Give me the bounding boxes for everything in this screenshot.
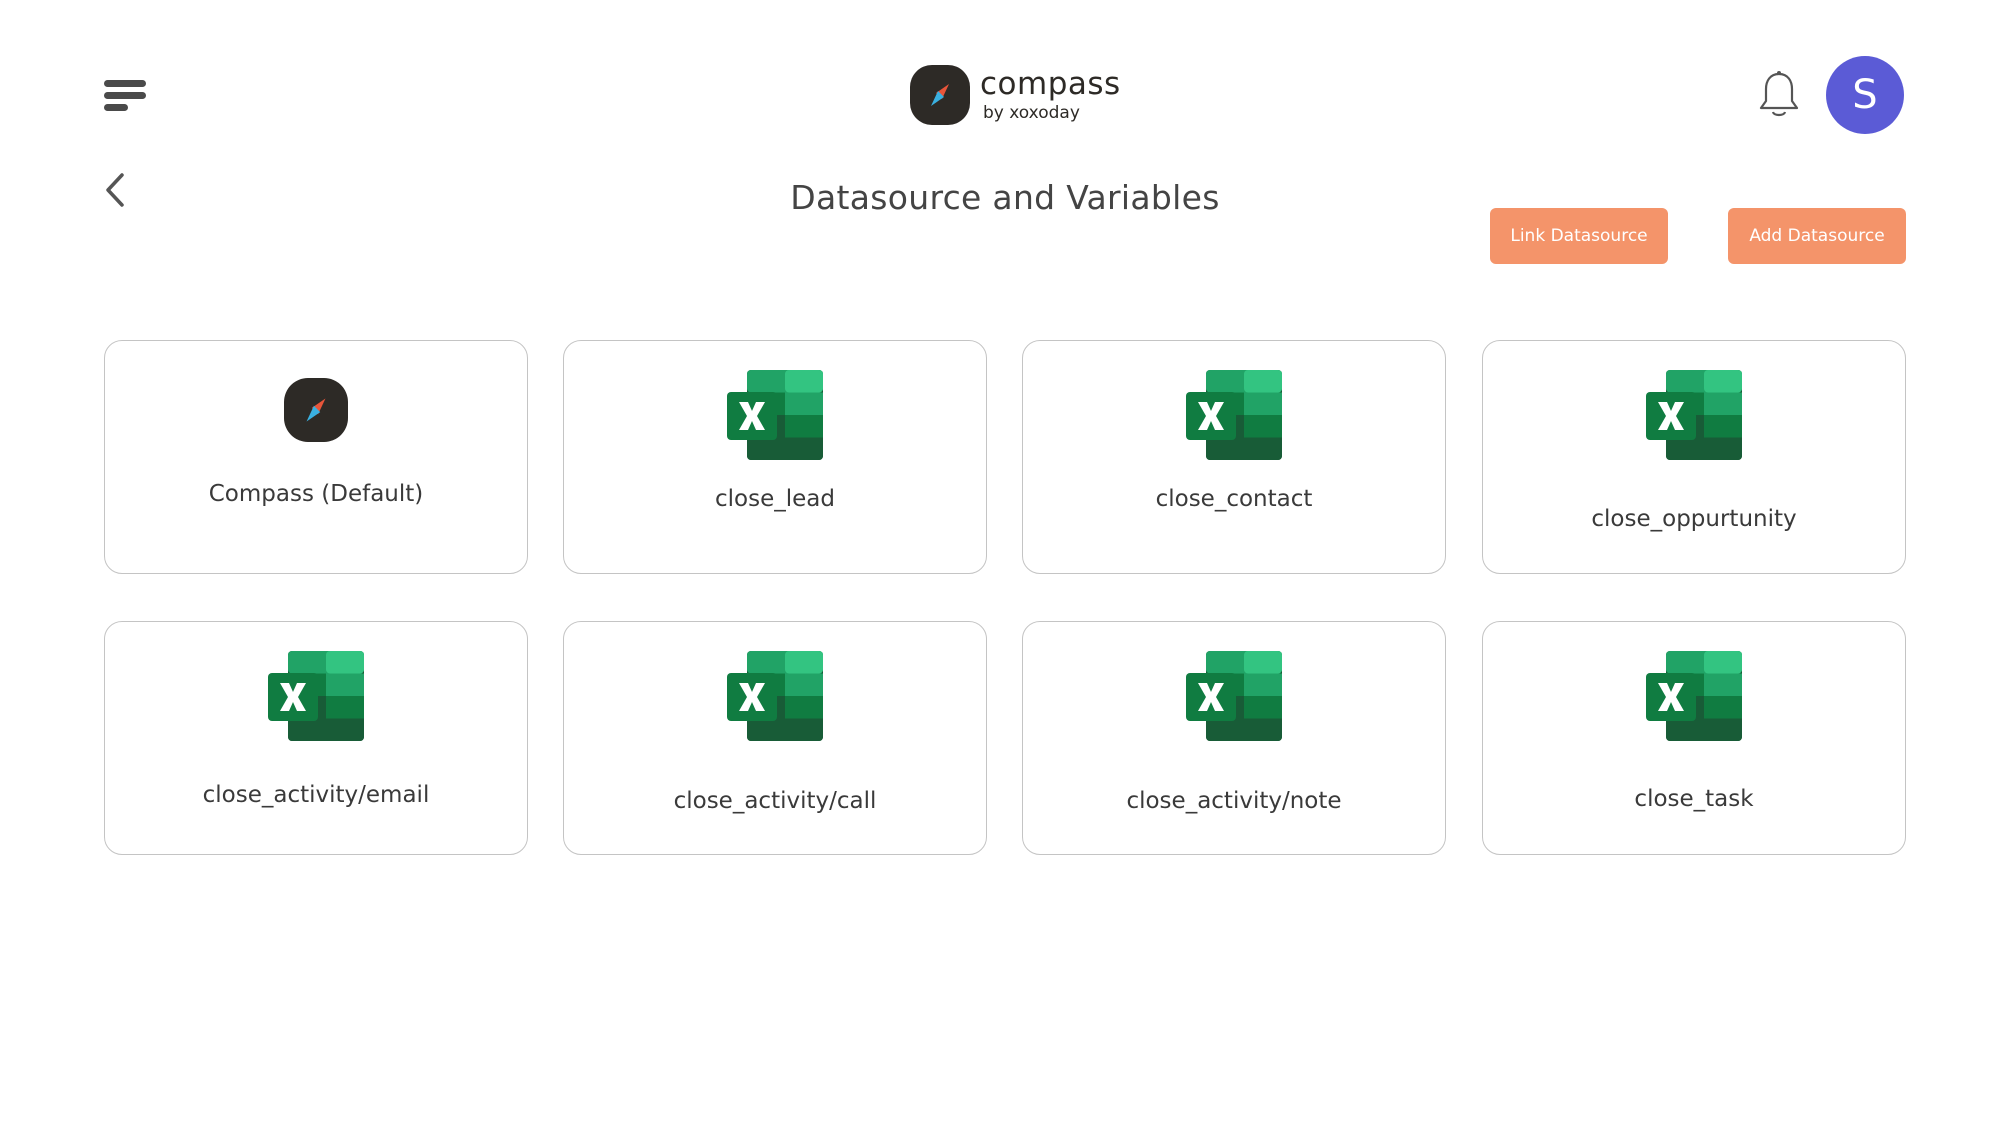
excel-icon: [727, 370, 823, 460]
bell-icon[interactable]: [1758, 70, 1800, 120]
page-title: Datasource and Variables: [790, 178, 1220, 217]
datasource-label: close_contact: [1155, 486, 1313, 512]
avatar[interactable]: S: [1826, 56, 1904, 134]
datasource-label: close_activity/call: [673, 788, 877, 814]
datasource-label: close_oppurtunity: [1591, 506, 1797, 532]
datasource-card-close-lead[interactable]: close_lead: [563, 340, 987, 574]
add-datasource-button[interactable]: Add Datasource: [1728, 208, 1906, 264]
datasource-label: close_task: [1634, 786, 1754, 812]
logo-subtitle: by xoxoday: [983, 102, 1080, 123]
datasource-label: close_activity/email: [202, 782, 430, 808]
excel-icon: [268, 651, 364, 741]
datasource-card-close-activity-note[interactable]: close_activity/note: [1022, 621, 1446, 855]
avatar-initial: S: [1852, 72, 1878, 118]
datasource-card-compass-default[interactable]: Compass (Default): [104, 340, 528, 574]
excel-icon: [1186, 651, 1282, 741]
link-datasource-button[interactable]: Link Datasource: [1490, 208, 1668, 264]
menu-icon[interactable]: [104, 80, 146, 112]
datasource-label: close_lead: [715, 486, 835, 512]
excel-icon: [1186, 370, 1282, 460]
datasource-card-close-activity-email[interactable]: close_activity/email: [104, 621, 528, 855]
app-page: compass by xoxoday S Datasource and Vari…: [0, 0, 2000, 1125]
compass-logo-icon: [910, 65, 970, 125]
datasource-grid: Compass (Default) close_lead close_conta…: [104, 340, 1906, 857]
brand-logo[interactable]: compass by xoxoday: [910, 64, 1121, 126]
datasource-card-close-task[interactable]: close_task: [1482, 621, 1906, 855]
datasource-card-close-contact[interactable]: close_contact: [1022, 340, 1446, 574]
logo-name: compass: [980, 65, 1121, 102]
compass-logo-icon: [284, 378, 348, 442]
datasource-card-close-oppurtunity[interactable]: close_oppurtunity: [1482, 340, 1906, 574]
datasource-label: close_activity/note: [1126, 788, 1342, 814]
excel-icon: [727, 651, 823, 741]
excel-icon: [1646, 651, 1742, 741]
datasource-card-close-activity-call[interactable]: close_activity/call: [563, 621, 987, 855]
datasource-label: Compass (Default): [208, 481, 424, 507]
excel-icon: [1646, 370, 1742, 460]
